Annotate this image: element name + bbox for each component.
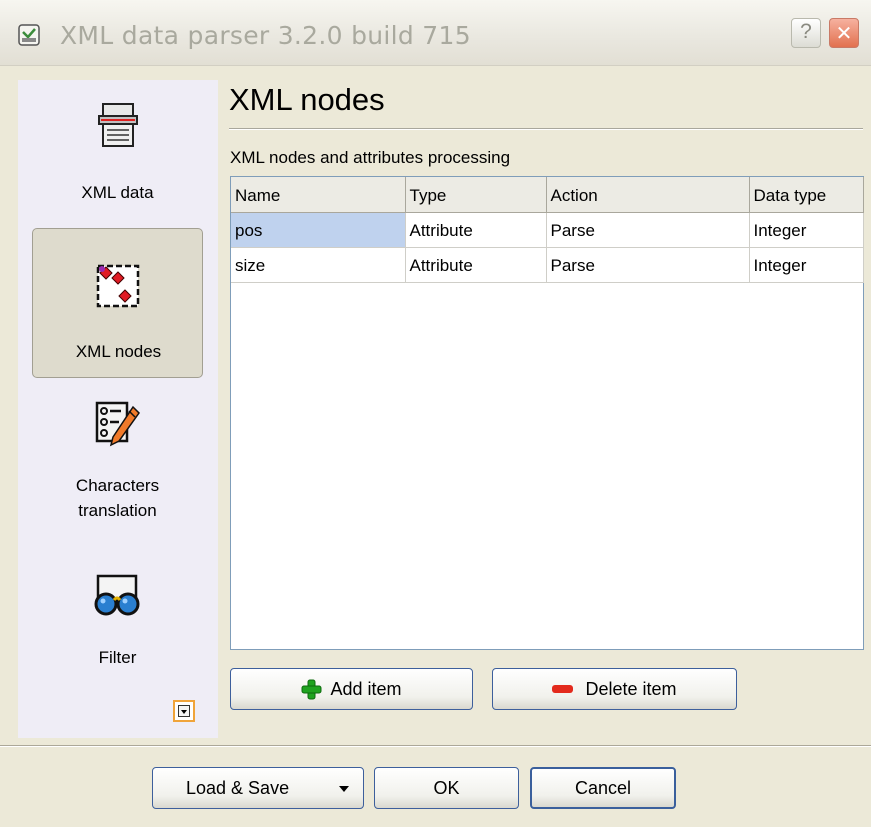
sidebar-item-characters-translation[interactable]: Characters translation <box>32 385 203 555</box>
column-header-data-type[interactable]: Data type <box>749 177 864 213</box>
ok-button[interactable]: OK <box>374 767 519 809</box>
translation-icon <box>95 401 140 447</box>
minus-icon <box>552 685 574 693</box>
help-icon: ? <box>800 20 812 43</box>
cancel-button[interactable]: Cancel <box>530 767 676 809</box>
table-row[interactable]: size Attribute Parse Integer <box>231 247 864 283</box>
add-item-button[interactable]: Add item <box>230 668 473 710</box>
cell-action[interactable]: Parse <box>546 247 750 283</box>
app-icon <box>18 24 40 46</box>
filter-glasses-icon <box>94 574 140 616</box>
add-item-label: Add item <box>330 678 402 699</box>
cell-name[interactable]: pos <box>231 212 406 248</box>
ok-label: OK <box>433 777 460 798</box>
cell-data-type[interactable]: Integer <box>749 212 864 248</box>
load-save-label: Load & Save <box>186 777 290 798</box>
sidebar-item-label: Characters translation <box>75 476 160 520</box>
load-save-button[interactable]: Load & Save <box>152 767 364 809</box>
nodes-icon <box>96 264 140 308</box>
column-header-action[interactable]: Action <box>546 177 750 213</box>
chevron-down-icon <box>178 705 190 717</box>
cell-type[interactable]: Attribute <box>405 212 547 248</box>
sidebar-item-label: XML nodes <box>75 342 162 361</box>
nodes-table[interactable]: Name Type Action Data type pos Attribute… <box>230 176 864 650</box>
cell-data-type[interactable]: Integer <box>749 247 864 283</box>
sidebar-scroll-down-button[interactable] <box>173 700 195 722</box>
close-button[interactable]: ✕ <box>829 18 859 48</box>
page-title: XML nodes <box>229 82 385 117</box>
cell-type[interactable]: Attribute <box>405 247 547 283</box>
printer-icon <box>98 103 138 147</box>
title-bar[interactable]: XML data parser 3.2.0 build 715 ? ✕ <box>0 0 871 66</box>
cell-action[interactable]: Parse <box>546 212 750 248</box>
delete-item-label: Delete item <box>585 678 677 699</box>
sidebar-item-xml-nodes[interactable]: XML nodes <box>32 228 203 378</box>
dialog-window: XML data parser 3.2.0 build 715 ? ✕ XML … <box>0 0 871 827</box>
delete-item-button[interactable]: Delete item <box>492 668 737 710</box>
heading-divider <box>229 128 863 130</box>
plus-icon <box>301 679 322 699</box>
section-label: XML nodes and attributes processing <box>230 148 511 167</box>
sidebar-item-label: Filter <box>98 648 137 667</box>
table-header-row: Name Type Action Data type <box>231 177 864 213</box>
cancel-label: Cancel <box>574 777 632 798</box>
dropdown-arrow-icon <box>339 786 349 792</box>
cell-name[interactable]: size <box>231 247 406 283</box>
table-row[interactable]: pos Attribute Parse Integer <box>231 212 864 248</box>
column-header-name[interactable]: Name <box>231 177 406 213</box>
help-button[interactable]: ? <box>791 18 821 48</box>
sidebar: XML data XML nodes Characters translatio… <box>18 80 218 738</box>
footer-divider <box>0 745 871 747</box>
sidebar-item-label: XML data <box>81 183 154 202</box>
window-title: XML data parser 3.2.0 build 715 <box>60 21 471 50</box>
sidebar-item-xml-data[interactable]: XML data <box>32 80 203 215</box>
close-icon: ✕ <box>835 23 853 45</box>
column-header-type[interactable]: Type <box>405 177 547 213</box>
sidebar-item-filter[interactable]: Filter <box>32 558 203 676</box>
